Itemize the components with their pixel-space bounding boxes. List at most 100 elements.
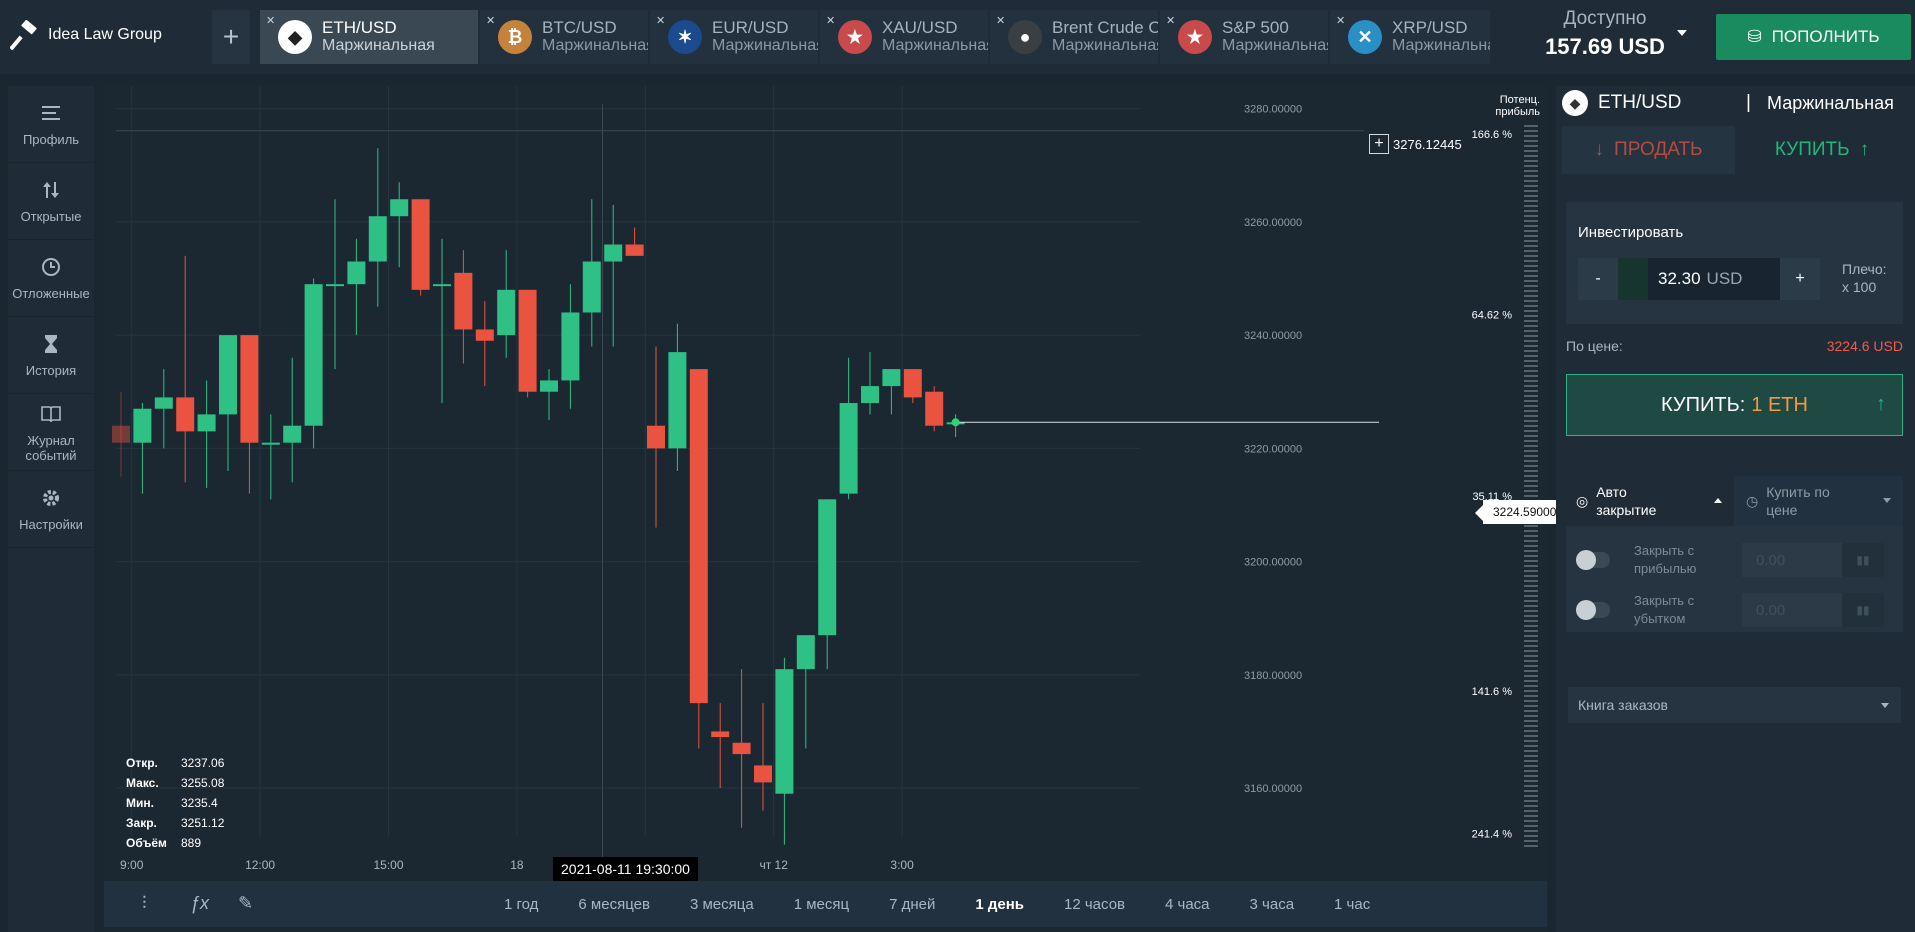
price-value: 3224.6 USD bbox=[1826, 338, 1903, 354]
ethereum-icon: ◆ bbox=[278, 20, 312, 54]
nav-label: Отложенные bbox=[12, 286, 90, 301]
stop-loss-row: Закрыть с убытком 0.00 ▮▮ bbox=[1576, 588, 1896, 632]
stop-loss-input[interactable]: 0.00 bbox=[1742, 593, 1842, 627]
tab-buy-at-price[interactable]: ◷ Купить по цене bbox=[1734, 476, 1903, 526]
nav-item-2[interactable]: Отложенные bbox=[8, 240, 94, 317]
arrow-down-icon: ↓ bbox=[1594, 139, 1605, 160]
top-bar: Idea Law Group + ✕ ◆ ETH/USD Маржинальная ✕ ₿… bbox=[0, 0, 1915, 74]
candlestick-chart[interactable]: 3280.00000 3260.00000 3240.00000 3220.00000… bbox=[104, 86, 1547, 881]
y-tick-label: 3220.00000 bbox=[1244, 443, 1302, 455]
period-8[interactable]: 3 часа bbox=[1230, 896, 1315, 913]
candles-icon[interactable]: ⫶ bbox=[142, 893, 147, 914]
leverage[interactable]: Плечо: x 100 bbox=[1842, 260, 1887, 296]
close-icon[interactable]: ✕ bbox=[266, 14, 275, 27]
orderbook-dropdown[interactable]: Книга заказов bbox=[1568, 687, 1901, 723]
ohlc-key: Откр. bbox=[126, 756, 158, 770]
panel-separator: | bbox=[1746, 92, 1751, 113]
period-6[interactable]: 12 часов bbox=[1044, 896, 1145, 913]
decrease-button[interactable]: - bbox=[1578, 258, 1618, 300]
panel-header: ◆ ETH/USD | Маржинальная bbox=[1562, 88, 1894, 118]
ethereum-icon: ◆ bbox=[1562, 90, 1588, 116]
bars-icon[interactable]: ▮▮ bbox=[1842, 593, 1884, 627]
period-7[interactable]: 4 часа bbox=[1145, 896, 1230, 913]
close-icon[interactable]: ✕ bbox=[996, 14, 1005, 27]
indicators-icon[interactable]: ƒx bbox=[190, 893, 209, 914]
tab-sub: Маржинальная bbox=[322, 37, 435, 54]
nav-item-0[interactable]: Профиль bbox=[8, 86, 94, 163]
take-profit-toggle[interactable] bbox=[1576, 550, 1610, 570]
leverage-value: x 100 bbox=[1842, 279, 1877, 295]
period-2[interactable]: 3 месяца bbox=[670, 896, 774, 913]
candle-body bbox=[754, 765, 772, 783]
crosshair-price: + 3276.12445 bbox=[1369, 134, 1462, 154]
tab-2[interactable]: ✕ ✶ EUR/USD Маржинальная bbox=[650, 10, 818, 64]
nav-item-5[interactable]: Настройки bbox=[8, 471, 94, 548]
plus-order-icon[interactable]: + bbox=[1369, 134, 1389, 154]
buy-button[interactable]: КУПИТЬ: 1 ETH ↑ bbox=[1566, 374, 1903, 436]
tab-5[interactable]: ✕ ★ S&P 500 Маржинальная bbox=[1160, 10, 1328, 64]
tab-4[interactable]: ✕● Brent Crude O...Маржинальная bbox=[990, 10, 1158, 64]
close-icon[interactable]: ✕ bbox=[486, 14, 495, 27]
increase-button[interactable]: + bbox=[1780, 258, 1820, 300]
sell-tab[interactable]: ↓ ПРОДАТЬ bbox=[1562, 126, 1735, 174]
deposit-button[interactable]: ⛁ ПОПОЛНИТЬ bbox=[1716, 14, 1911, 60]
logo[interactable]: Idea Law Group bbox=[10, 20, 162, 50]
candle-body bbox=[925, 391, 944, 426]
close-icon[interactable]: ✕ bbox=[656, 14, 665, 27]
gavel-icon bbox=[10, 20, 37, 50]
ohlc-key: Закр. bbox=[126, 816, 157, 830]
take-profit-input[interactable]: 0.00 bbox=[1742, 543, 1842, 577]
period-0[interactable]: 1 год bbox=[484, 896, 558, 913]
ohlc-row: Мин. 3235.4 bbox=[126, 793, 224, 813]
add-tab-button[interactable]: + bbox=[212, 10, 250, 64]
candle-body bbox=[411, 199, 430, 290]
buy-tab[interactable]: КУПИТЬ ↑ bbox=[1735, 126, 1909, 174]
stop-loss-label: Закрыть с убытком bbox=[1634, 593, 1695, 626]
chart-area[interactable]: 3280.00000 3260.00000 3240.00000 3220.00000… bbox=[104, 86, 1567, 932]
ohlc-key: Мин. bbox=[126, 796, 154, 810]
period-5[interactable]: 1 день bbox=[955, 896, 1044, 913]
nav-label: История bbox=[25, 363, 77, 378]
balance[interactable]: Доступно 157.69 USD bbox=[1540, 8, 1670, 60]
tab-name: S&P 500 bbox=[1222, 18, 1289, 37]
nav-item-3[interactable]: История bbox=[8, 317, 94, 394]
amount-input[interactable]: 32.30 USD bbox=[1618, 258, 1780, 300]
amount-stepper: - 32.30 USD + bbox=[1578, 258, 1820, 300]
x-tick-label: чт 12 bbox=[759, 858, 788, 872]
chevron-up-icon bbox=[1714, 498, 1722, 503]
y-tick-label: 3240.00000 bbox=[1244, 330, 1302, 342]
nav-item-4[interactable]: Журнал событий bbox=[8, 394, 94, 471]
close-icon[interactable]: ✕ bbox=[1336, 14, 1345, 27]
euro-flag-icon: ✶ bbox=[668, 20, 702, 54]
leverage-label: Плечо: bbox=[1842, 261, 1887, 277]
close-icon[interactable]: ✕ bbox=[1166, 14, 1175, 27]
balance-dropdown-icon[interactable] bbox=[1677, 30, 1687, 36]
period-selector: 1 год 6 месяцев 3 месяца 1 месяц 7 дней 1 ден… bbox=[484, 881, 1390, 927]
tab-0[interactable]: ✕ ◆ ETH/USD Маржинальная bbox=[260, 10, 478, 64]
period-9[interactable]: 1 час bbox=[1314, 896, 1390, 913]
candle-body bbox=[647, 425, 665, 449]
tab-3[interactable]: ✕ ★ XAU/USD Маржинальная bbox=[820, 10, 988, 64]
tab-1[interactable]: ✕ ₿ BTC/USD Маржинальная bbox=[480, 10, 648, 64]
period-3[interactable]: 1 месяц bbox=[774, 896, 869, 913]
trade-panel: ◆ ETH/USD | Маржинальная ↓ ПРОДАТЬ КУПИТ… bbox=[1556, 86, 1915, 932]
tab-name: EUR/USD bbox=[712, 18, 789, 37]
candle-body bbox=[112, 425, 130, 443]
stop-loss-toggle[interactable] bbox=[1576, 600, 1610, 620]
period-1[interactable]: 6 месяцев bbox=[558, 896, 670, 913]
price-row: По цене: 3224.6 USD bbox=[1566, 338, 1903, 354]
sell-label: ПРОДАТЬ bbox=[1614, 139, 1703, 160]
candle-body bbox=[240, 335, 259, 443]
candle-body bbox=[625, 244, 644, 256]
brush-icon[interactable]: ✎ bbox=[238, 893, 253, 914]
tab-6[interactable]: ✕✕ XRP/USDМаржинальная bbox=[1330, 10, 1490, 64]
bars-icon[interactable]: ▮▮ bbox=[1842, 543, 1884, 577]
period-4[interactable]: 7 дней bbox=[869, 896, 955, 913]
nav-item-1[interactable]: Открытые bbox=[8, 163, 94, 240]
close-icon[interactable]: ✕ bbox=[826, 14, 835, 27]
candle-body bbox=[475, 329, 494, 341]
y-tick-label: 3160.00000 bbox=[1244, 783, 1302, 795]
tab-auto-close[interactable]: ◎ Авто закрытие bbox=[1566, 476, 1734, 526]
candle-body bbox=[839, 403, 858, 494]
buy-button-label: КУПИТЬ: bbox=[1661, 393, 1746, 416]
